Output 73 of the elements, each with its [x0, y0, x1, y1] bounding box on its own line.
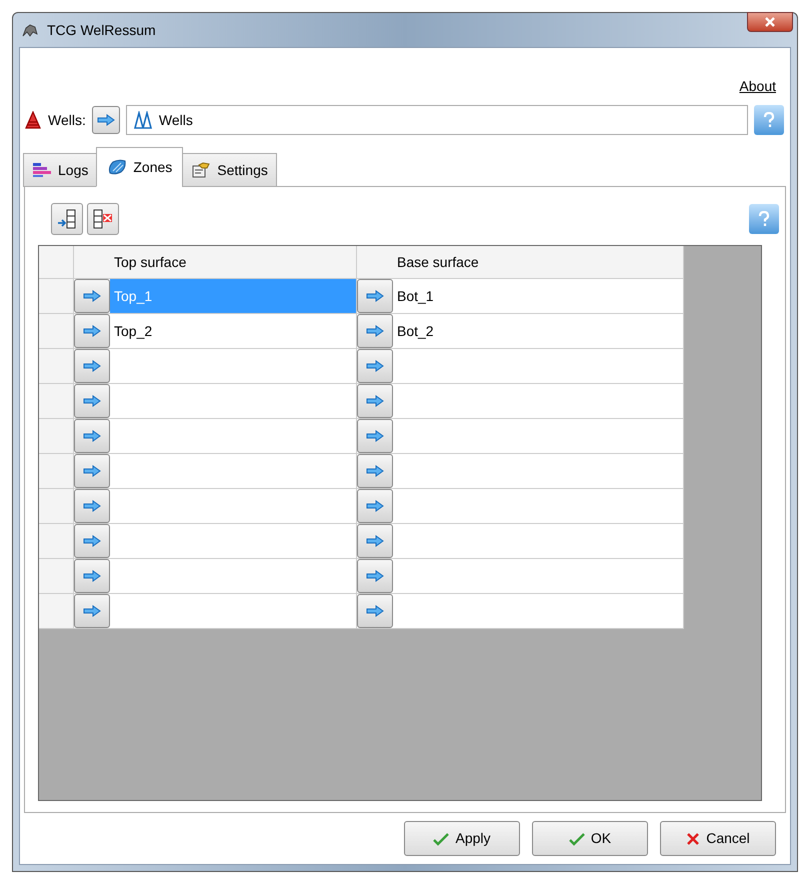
- arrow-button[interactable]: [357, 559, 393, 593]
- arrow-icon: [366, 500, 384, 512]
- arrow-button[interactable]: [357, 524, 393, 558]
- arrow-icon: [83, 290, 101, 302]
- arrow-button[interactable]: [357, 454, 393, 488]
- help-button[interactable]: [749, 204, 779, 234]
- ok-button[interactable]: Apply: [404, 821, 520, 856]
- arrow-button[interactable]: [74, 594, 110, 628]
- bars-icon: [32, 162, 52, 178]
- arrow-button[interactable]: [357, 594, 393, 628]
- arrow-icon: [83, 570, 101, 582]
- ok-button[interactable]: OK: [532, 821, 648, 856]
- arrow-button[interactable]: [74, 559, 110, 593]
- app-icon: [21, 22, 39, 38]
- about-link[interactable]: About: [739, 76, 776, 97]
- help-icon: [758, 211, 770, 227]
- arrow-icon: [83, 360, 101, 372]
- arrow-button[interactable]: [74, 349, 110, 383]
- cross-icon: [686, 832, 700, 846]
- wells-field[interactable]: Wells: [126, 105, 748, 135]
- check-icon: [568, 832, 585, 846]
- arrow-icon: [96, 114, 115, 126]
- arrow-icon: [83, 500, 101, 512]
- arrow-button[interactable]: [357, 489, 393, 523]
- arrow-icon: [83, 535, 101, 547]
- arrow-icon: [83, 430, 101, 442]
- column-header: Top surface: [74, 246, 357, 278]
- arrow-button[interactable]: [74, 454, 110, 488]
- settings-icon: [191, 162, 212, 178]
- arrow-icon: [366, 430, 384, 442]
- arrow-button[interactable]: [74, 524, 110, 558]
- arrow-button[interactable]: [357, 419, 393, 453]
- arrow-icon: [366, 290, 384, 302]
- arrow-icon: [83, 325, 101, 337]
- delete-button[interactable]: [87, 203, 119, 235]
- add-button[interactable]: [51, 203, 83, 235]
- arrow-icon: [366, 360, 384, 372]
- window-title: TCG WelRessum: [47, 20, 156, 40]
- arrow-button[interactable]: [357, 279, 393, 313]
- help-button[interactable]: [754, 105, 784, 135]
- derricks-icon: [132, 111, 153, 129]
- arrow-button[interactable]: [74, 384, 110, 418]
- arrow-button[interactable]: [357, 349, 393, 383]
- column-header: Base surface: [357, 246, 684, 278]
- add-rows-icon: [56, 209, 78, 229]
- arrow-button[interactable]: [74, 279, 110, 313]
- wells-label: Wells:: [48, 110, 86, 130]
- arrow-icon: [366, 535, 384, 547]
- cancel-button[interactable]: Cancel: [660, 821, 776, 856]
- arrow-icon: [366, 395, 384, 407]
- tab[interactable]: Logs: [23, 153, 98, 187]
- arrow-button[interactable]: [74, 489, 110, 523]
- arrow-icon: [83, 465, 101, 477]
- arrow-button[interactable]: [74, 314, 110, 348]
- close-icon: [764, 17, 776, 27]
- check-icon: [433, 832, 450, 846]
- delete-rows-icon: [92, 209, 114, 229]
- arrow-icon: [366, 605, 384, 617]
- tab[interactable]: Settings: [182, 153, 277, 187]
- tab[interactable]: Zones: [96, 147, 184, 187]
- close-button[interactable]: [747, 12, 793, 32]
- arrow-icon: [366, 570, 384, 582]
- arrow-icon: [83, 605, 101, 617]
- arrow-icon: [83, 395, 101, 407]
- derrick-icon: [24, 111, 42, 129]
- arrow-button[interactable]: [357, 314, 393, 348]
- arrow-button[interactable]: [74, 419, 110, 453]
- arrow-icon: [366, 325, 384, 337]
- arrow-button[interactable]: [92, 106, 120, 134]
- help-icon: [763, 112, 775, 128]
- arrow-button[interactable]: [357, 384, 393, 418]
- arrow-icon: [366, 465, 384, 477]
- layers-icon: [107, 159, 128, 175]
